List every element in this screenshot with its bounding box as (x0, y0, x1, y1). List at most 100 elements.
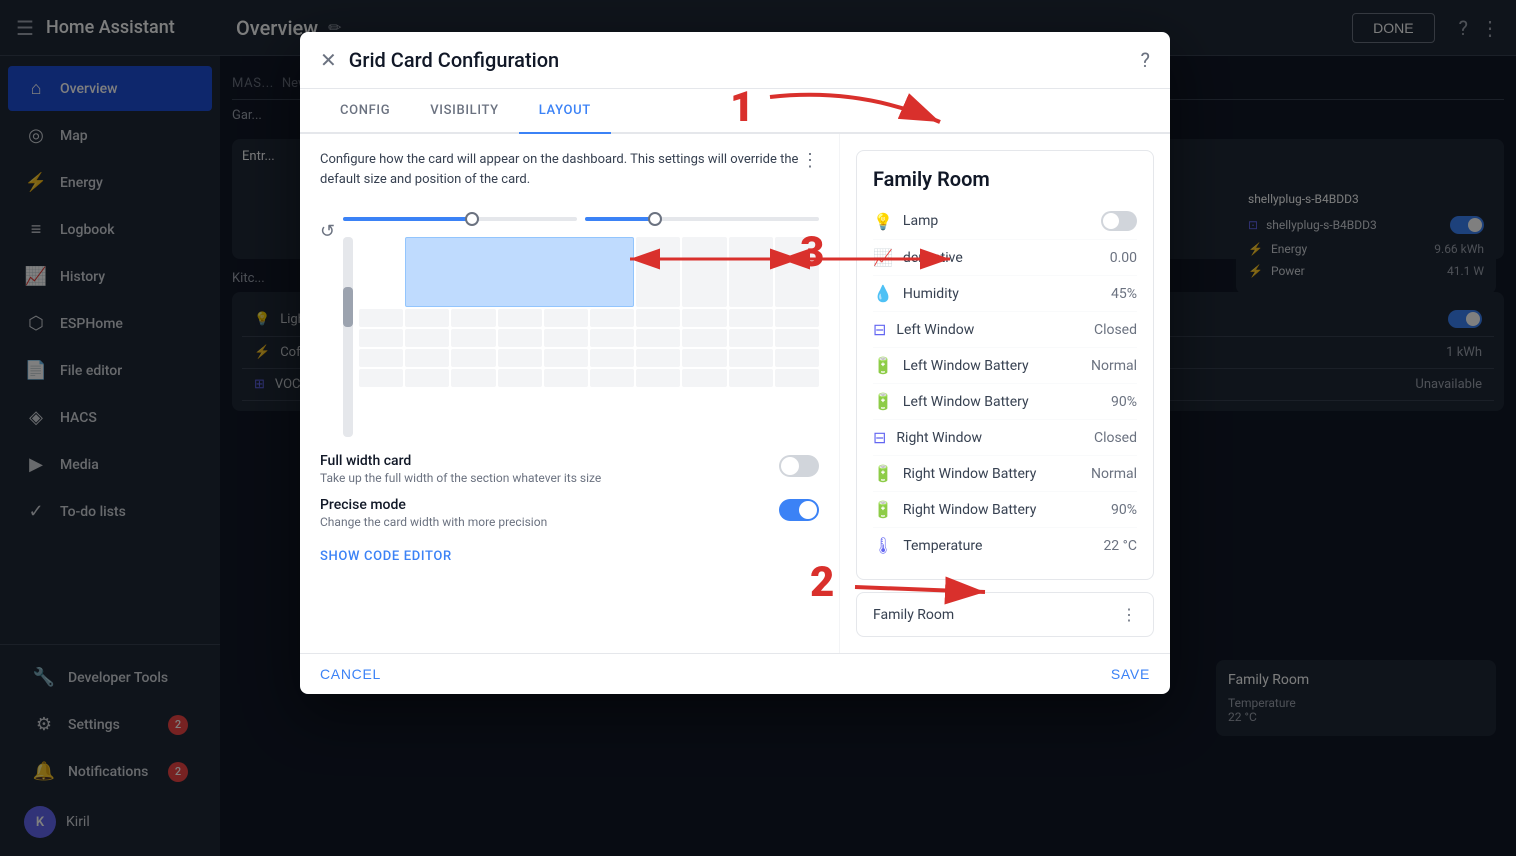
grid-cell (544, 329, 588, 347)
grid-cell (359, 329, 403, 347)
preview-row-humidity: 💧 Humidity 45% (873, 276, 1137, 312)
tab-visibility[interactable]: VISIBILITY (410, 89, 519, 134)
refresh-icon[interactable]: ↺ (320, 221, 335, 242)
preview-row-left-window-battery: 🔋 Left Window Battery Normal (873, 348, 1137, 384)
toggle-knob (781, 457, 799, 475)
column-slider-right[interactable] (585, 217, 819, 221)
modal-left-panel: Configure how the card will appear on th… (300, 134, 840, 653)
battery-icon: 🔋 (873, 356, 893, 375)
grid-cell (590, 309, 634, 327)
cancel-button[interactable]: CANCEL (320, 666, 381, 682)
tab-layout[interactable]: LAYOUT (519, 89, 611, 134)
grid-cell (359, 309, 403, 327)
grid-cell (590, 369, 634, 387)
grid-cell (775, 309, 819, 327)
save-button[interactable]: SAVE (1111, 666, 1150, 682)
grid-cell (682, 369, 726, 387)
grid-cell (636, 309, 680, 327)
grid-cell (729, 309, 773, 327)
grid-slider-container (343, 217, 819, 437)
layout-more-icon[interactable]: ⋮ (801, 150, 819, 171)
bulb-icon: 💡 (873, 212, 893, 231)
preview-row-left-window: ⊟ Left Window Closed (873, 312, 1137, 348)
grid-cell (405, 369, 449, 387)
grid-cell (544, 309, 588, 327)
grid-cell (636, 329, 680, 347)
grid-cell (451, 349, 495, 367)
grid-cell (775, 369, 819, 387)
grid-cell (682, 349, 726, 367)
grid-cell (636, 237, 680, 307)
battery-pct-icon: 🔋 (873, 392, 893, 411)
show-code-editor-button[interactable]: SHOW CODE EDITOR (320, 541, 819, 572)
grid-cell (359, 349, 403, 367)
grid-cell (544, 349, 588, 367)
grid-layout-area: ↺ (320, 217, 819, 437)
grid-cell (729, 329, 773, 347)
right-window-icon: ⊟ (873, 428, 886, 447)
full-width-toggle[interactable] (779, 455, 819, 477)
grid-cell (544, 369, 588, 387)
preview-row-left-window-battery-pct: 🔋 Left Window Battery 90% (873, 384, 1137, 420)
precise-mode-row: Precise mode Change the card width with … (320, 497, 819, 529)
toggle-knob (799, 501, 817, 519)
preview-footer-title: Family Room (873, 607, 954, 623)
column-slider-row (343, 217, 819, 221)
grid-cell (636, 349, 680, 367)
close-icon[interactable]: ✕ (320, 48, 337, 72)
right-battery-icon: 🔋 (873, 464, 893, 483)
grid-cell (405, 329, 449, 347)
tab-config[interactable]: CONFIG (320, 89, 410, 134)
modal-help-icon[interactable]: ? (1141, 48, 1150, 72)
grid-cell (451, 369, 495, 387)
right-battery-pct-icon: 🔋 (873, 500, 893, 519)
preview-title: Family Room (873, 167, 1137, 191)
lamp-toggle[interactable] (1101, 211, 1137, 231)
full-width-card-row: Full width card Take up the full width o… (320, 453, 819, 485)
grid-preview (343, 237, 819, 437)
grid-cell (451, 309, 495, 327)
grid-cell (590, 349, 634, 367)
grid-cell (498, 349, 542, 367)
preview-row-right-window-battery-pct: 🔋 Right Window Battery 90% (873, 492, 1137, 528)
grid-cell (359, 369, 403, 387)
preview-card-footer: Family Room ⋮ (856, 592, 1154, 637)
modal-footer: CANCEL SAVE (300, 653, 1170, 694)
grid-cell (682, 329, 726, 347)
window-icon: ⊟ (873, 320, 886, 339)
grid-cell (498, 309, 542, 327)
grid-cell (498, 329, 542, 347)
grid-cell (729, 349, 773, 367)
column-slider[interactable] (343, 217, 577, 221)
thermometer-icon: 🌡 (873, 536, 893, 555)
card-cell (405, 237, 634, 307)
grid-cell (405, 309, 449, 327)
grid-cell (729, 369, 773, 387)
preview-row-right-window: ⊟ Right Window Closed (873, 420, 1137, 456)
grid-cell (682, 309, 726, 327)
grid-cell (729, 237, 773, 307)
grid-cell (451, 329, 495, 347)
grid-cell (636, 369, 680, 387)
precise-mode-desc: Change the card width with more precisio… (320, 515, 767, 529)
modal-grid-card-config: ✕ Grid Card Configuration ? CONFIG VISIB… (300, 32, 1170, 694)
precise-mode-toggle[interactable] (779, 499, 819, 521)
grid-cell (498, 369, 542, 387)
modal-body: Configure how the card will appear on th… (300, 134, 1170, 653)
preview-footer-more-icon[interactable]: ⋮ (1121, 605, 1137, 624)
preview-row-temperature: 🌡 Temperature 22 °C (873, 528, 1137, 563)
preview-card: Family Room 💡 Lamp 📈 derivative 0.00 💧 H… (856, 150, 1154, 580)
modal-title: Grid Card Configuration (349, 48, 1141, 72)
derivative-icon: 📈 (873, 248, 893, 267)
layout-description: Configure how the card will appear on th… (320, 150, 801, 189)
modal-header: ✕ Grid Card Configuration ? (300, 32, 1170, 89)
row-slider[interactable] (343, 237, 353, 437)
modal-tabs: CONFIG VISIBILITY LAYOUT (300, 89, 1170, 134)
precise-mode-label: Precise mode (320, 497, 767, 513)
grid-cell (775, 349, 819, 367)
water-icon: 💧 (873, 284, 893, 303)
preview-row-lamp: 💡 Lamp (873, 203, 1137, 240)
grid-cells (359, 237, 819, 437)
preview-row-right-window-battery: 🔋 Right Window Battery Normal (873, 456, 1137, 492)
grid-cell (775, 237, 819, 307)
